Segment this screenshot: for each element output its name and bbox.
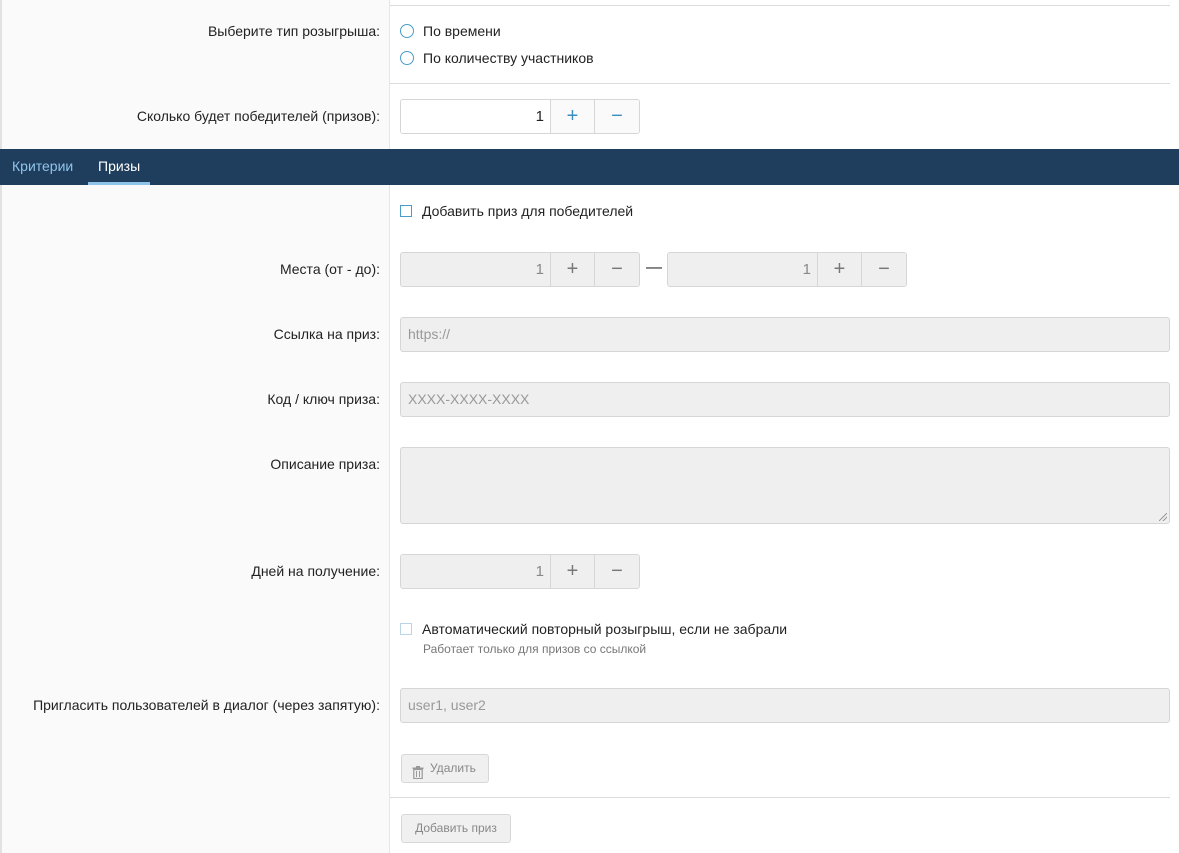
minus-button[interactable]: − — [595, 555, 639, 588]
minus-button[interactable]: − — [595, 253, 639, 286]
minus-button[interactable]: − — [595, 100, 639, 133]
radio-button[interactable] — [400, 24, 414, 38]
tab-criteria[interactable]: Критерии — [2, 149, 83, 185]
days-value[interactable]: 1 — [401, 555, 551, 588]
places-from-stepper[interactable]: 1 + − — [400, 252, 640, 287]
range-separator: — — [646, 259, 662, 276]
label-column — [0, 0, 390, 853]
prize-code-input[interactable]: XXXX-XXXX-XXXX — [400, 382, 1170, 417]
places-to-stepper[interactable]: 1 + − — [667, 252, 907, 287]
checkbox[interactable] — [400, 205, 412, 217]
tab-prizes[interactable]: Призы — [88, 149, 151, 185]
delete-prize-button[interactable]: Удалить — [401, 754, 489, 783]
places-from-value[interactable]: 1 — [401, 253, 551, 286]
radio-button[interactable] — [400, 51, 414, 65]
checkbox-label: Автоматический повторный розыгрыш, если … — [422, 621, 788, 637]
plus-button[interactable]: + — [551, 100, 595, 133]
radio-label: По времени — [423, 23, 501, 39]
auto-redraw-hint: Работает только для призов со ссылкой — [423, 642, 647, 656]
auto-redraw-checkbox-row[interactable]: Автоматический повторный розыгрыш, если … — [400, 621, 787, 637]
plus-button[interactable]: + — [551, 555, 595, 588]
checkbox-label: Добавить приз для победителей — [422, 203, 634, 219]
radio-by-participants[interactable]: По количеству участников — [400, 50, 594, 66]
add-prize-button[interactable]: Добавить приз — [401, 814, 511, 843]
invite-input[interactable]: user1, user2 — [400, 688, 1170, 723]
checkbox[interactable] — [400, 623, 412, 635]
prize-link-label: Ссылка на приз: — [273, 326, 380, 342]
delete-button-label: Удалить — [430, 761, 476, 775]
trash-icon — [412, 762, 424, 780]
winners-stepper[interactable]: 1 + − — [400, 99, 640, 134]
winners-label: Сколько будет победителей (призов): — [136, 108, 380, 124]
winners-value[interactable]: 1 — [401, 100, 551, 133]
places-to-value[interactable]: 1 — [668, 253, 818, 286]
invite-label: Пригласить пользователей в диалог (через… — [33, 697, 380, 713]
plus-button[interactable]: + — [551, 253, 595, 286]
prize-description-textarea[interactable] — [400, 447, 1170, 524]
radio-label: По количеству участников — [423, 50, 594, 66]
divider — [390, 5, 1170, 6]
plus-button[interactable]: + — [818, 253, 862, 286]
divider — [390, 797, 1170, 798]
divider — [390, 83, 1170, 84]
days-label: Дней на получение: — [251, 563, 380, 579]
days-stepper[interactable]: 1 + − — [400, 554, 640, 589]
radio-by-time[interactable]: По времени — [400, 23, 501, 39]
tab-bar: Критерии Призы — [0, 149, 1179, 185]
add-prize-checkbox-row[interactable]: Добавить приз для победителей — [400, 203, 633, 219]
draw-type-label: Выберите тип розыгрыша: — [207, 23, 380, 39]
minus-button[interactable]: − — [862, 253, 906, 286]
places-label: Места (от - до): — [279, 261, 380, 277]
prize-description-label: Описание приза: — [270, 456, 380, 472]
resize-grip-icon[interactable] — [1159, 513, 1167, 521]
prize-link-input[interactable]: https:// — [400, 317, 1170, 352]
prize-code-label: Код / ключ приза: — [267, 391, 380, 407]
